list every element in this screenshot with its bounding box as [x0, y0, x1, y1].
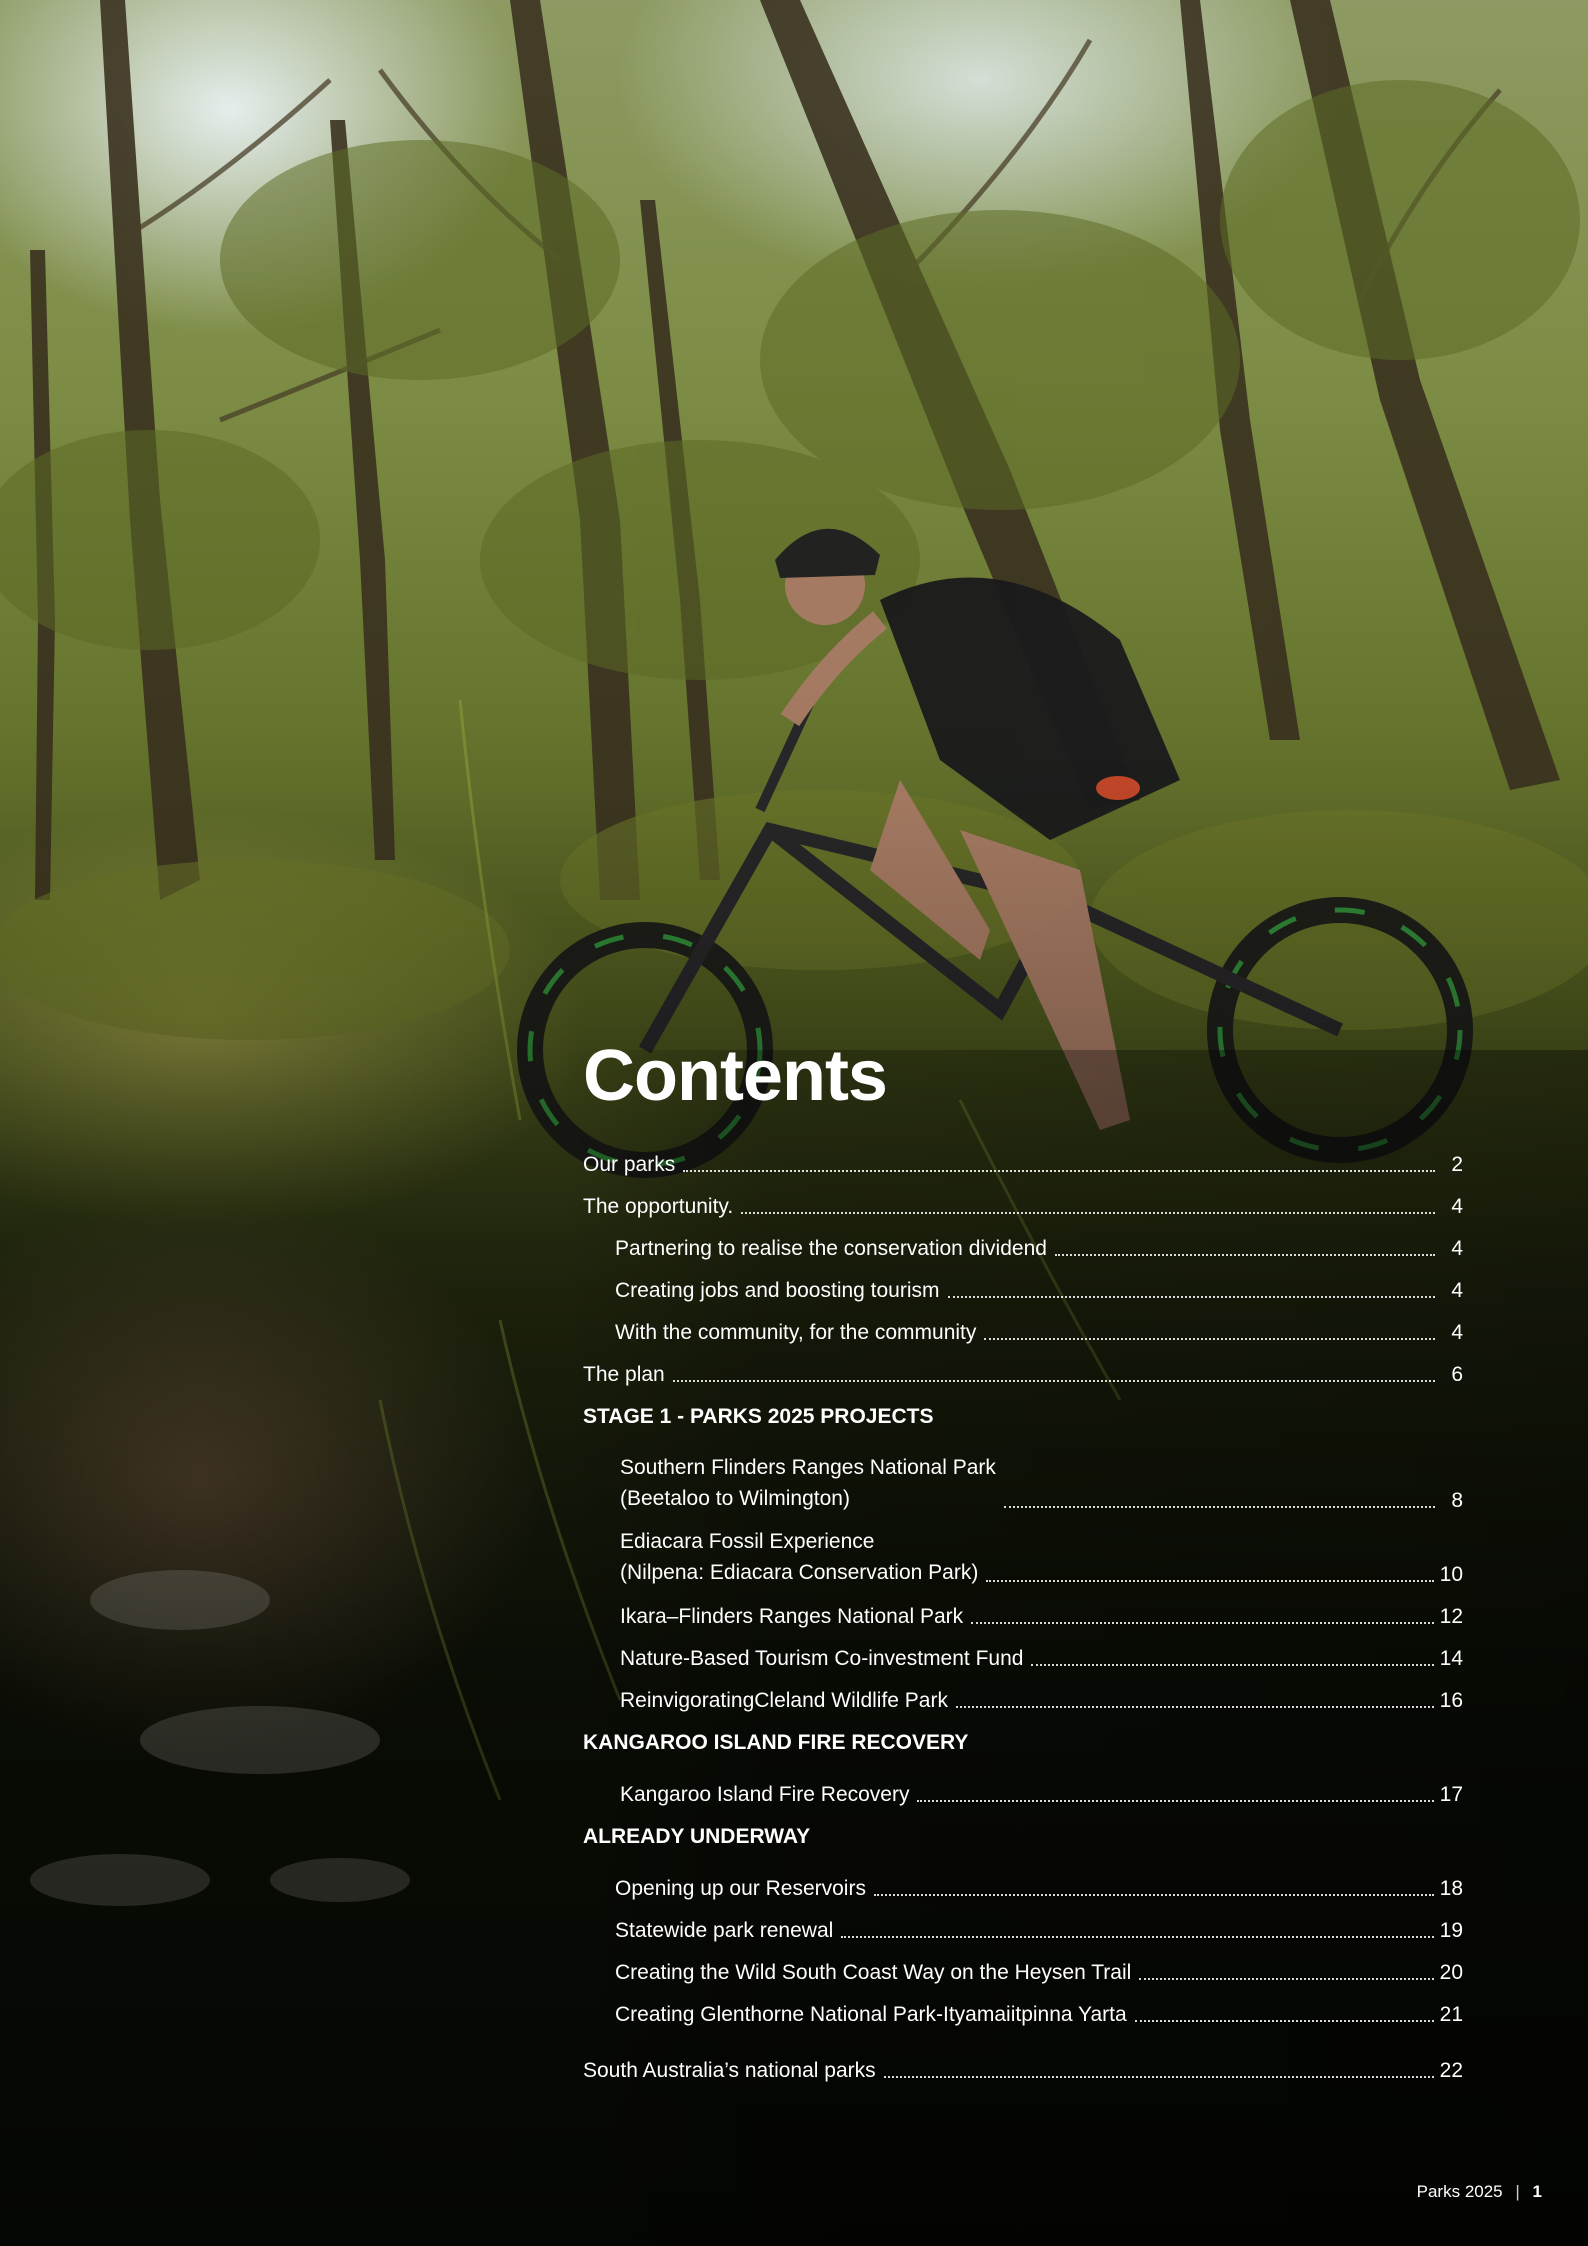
- toc-entry-wild-south-coast[interactable]: Creating the Wild South Coast Way on the…: [583, 1944, 1463, 1986]
- toc-entry-page: 4: [1451, 1195, 1463, 1218]
- toc-entry-label: The plan: [583, 1363, 665, 1386]
- toc-entry-page: 19: [1439, 1919, 1463, 1942]
- toc-entry-page: 10: [1439, 1563, 1463, 1586]
- toc-entry-reservoirs[interactable]: Opening up our Reservoirs 18: [583, 1860, 1463, 1902]
- toc-entry-plan[interactable]: The plan 6: [583, 1346, 1463, 1388]
- footer-separator: |: [1515, 2182, 1520, 2201]
- dot-leader: [1031, 1664, 1434, 1666]
- toc-entry-label: Ediacara Fossil Experience (Nilpena: Edia…: [620, 1530, 979, 1584]
- toc-entry-page: 16: [1439, 1689, 1463, 1712]
- toc-entry-page: 2: [1451, 1153, 1463, 1176]
- toc-entry-page: 4: [1451, 1279, 1463, 1302]
- table-of-contents: Contents Our parks 2 The opportunity. 4 …: [583, 1040, 1463, 2084]
- footer-doc-name: Parks 2025: [1416, 2182, 1503, 2201]
- toc-entry-ikara[interactable]: Ikara–Flinders Ranges National Park 12: [583, 1588, 1463, 1630]
- toc-entry-label: With the community, for the community: [615, 1321, 977, 1344]
- dot-leader: [986, 1580, 1434, 1582]
- toc-entry-label: Creating the Wild South Coast Way on the…: [615, 1961, 1132, 1984]
- section-heading-kangaroo: KANGAROO ISLAND FIRE RECOVERY: [583, 1731, 969, 1754]
- toc-entry-page: 17: [1439, 1783, 1463, 1806]
- toc-entry-jobs-tourism[interactable]: Creating jobs and boosting tourism 4: [583, 1262, 1463, 1304]
- toc-entry-label: Our parks: [583, 1153, 676, 1176]
- toc-entry-label: Kangaroo Island Fire Recovery: [620, 1783, 910, 1806]
- toc-entry-page: 4: [1451, 1321, 1463, 1344]
- toc-entry-kangaroo-island[interactable]: Kangaroo Island Fire Recovery 17: [583, 1766, 1463, 1808]
- toc-entry-page: 12: [1439, 1605, 1463, 1628]
- dot-leader: [1139, 1978, 1434, 1980]
- section-heading-underway: ALREADY UNDERWAY: [583, 1825, 811, 1848]
- toc-entry-page: 20: [1439, 1961, 1463, 1984]
- toc-entry-page: 6: [1451, 1363, 1463, 1386]
- toc-entry-label: Nature-Based Tourism Co-investment Fund: [620, 1647, 1024, 1670]
- dot-leader: [917, 1800, 1434, 1802]
- toc-entry-page: 14: [1439, 1647, 1463, 1670]
- toc-entry-label: Creating Glenthorne National Park-Ityama…: [615, 2003, 1127, 2026]
- dot-leader: [841, 1936, 1434, 1938]
- dot-leader: [1003, 1506, 1435, 1508]
- dot-leader: [1054, 1254, 1435, 1256]
- toc-entry-page: 22: [1439, 2059, 1463, 2082]
- toc-entry-our-parks[interactable]: Our parks 2: [583, 1136, 1463, 1178]
- dot-leader: [741, 1212, 1435, 1214]
- dot-leader: [873, 1894, 1434, 1896]
- dot-leader: [1134, 2020, 1434, 2022]
- toc-entry-tourism-fund[interactable]: Nature-Based Tourism Co-investment Fund …: [583, 1630, 1463, 1672]
- footer-page-number: 1: [1532, 2182, 1542, 2201]
- toc-entry-southern-flinders[interactable]: Southern Flinders Ranges National Park (B…: [583, 1440, 1463, 1514]
- toc-entry-label: Partnering to realise the conservation d…: [615, 1237, 1047, 1260]
- dot-leader: [955, 1706, 1434, 1708]
- toc-entry-label: Southern Flinders Ranges National Park (B…: [620, 1456, 996, 1510]
- toc-entry-sa-national-parks[interactable]: South Australia’s national parks 22: [583, 2042, 1463, 2084]
- page-footer: Parks 2025 | 1: [1417, 2182, 1542, 2202]
- toc-entry-label: The opportunity.: [583, 1195, 734, 1218]
- dot-leader: [984, 1338, 1435, 1340]
- toc-entry-label: Creating jobs and boosting tourism: [615, 1279, 940, 1302]
- dot-leader: [971, 1622, 1434, 1624]
- toc-entry-label: Ikara–Flinders Ranges National Park: [620, 1605, 964, 1628]
- page-title: Contents: [583, 1036, 888, 1116]
- toc-entry-page: 21: [1439, 2003, 1463, 2026]
- toc-entry-label: South Australia’s national parks: [583, 2059, 876, 2082]
- toc-entry-page: 18: [1439, 1877, 1463, 1900]
- dot-leader: [672, 1380, 1435, 1382]
- toc-entry-community[interactable]: With the community, for the community 4: [583, 1304, 1463, 1346]
- toc-entry-label: Opening up our Reservoirs: [615, 1877, 866, 1900]
- toc-entry-cleland[interactable]: ReinvigoratingCleland Wildlife Park 16: [583, 1672, 1463, 1714]
- dot-leader: [947, 1296, 1435, 1298]
- toc-entry-page: 4: [1451, 1237, 1463, 1260]
- toc-entry-park-renewal[interactable]: Statewide park renewal 19: [583, 1902, 1463, 1944]
- toc-entry-partnering[interactable]: Partnering to realise the conservation d…: [583, 1220, 1463, 1262]
- section-heading-stage1: STAGE 1 - PARKS 2025 PROJECTS: [583, 1405, 934, 1428]
- toc-entry-page: 8: [1451, 1489, 1463, 1512]
- toc-entry-label: Statewide park renewal: [615, 1919, 834, 1942]
- dot-leader: [883, 2076, 1434, 2078]
- toc-entry-label: ReinvigoratingCleland Wildlife Park: [620, 1689, 948, 1712]
- toc-entry-ediacara[interactable]: Ediacara Fossil Experience (Nilpena: Edia…: [583, 1514, 1463, 1588]
- toc-entry-opportunity[interactable]: The opportunity. 4: [583, 1178, 1463, 1220]
- dot-leader: [683, 1170, 1435, 1172]
- toc-entry-glenthorne[interactable]: Creating Glenthorne National Park-Ityama…: [583, 1986, 1463, 2028]
